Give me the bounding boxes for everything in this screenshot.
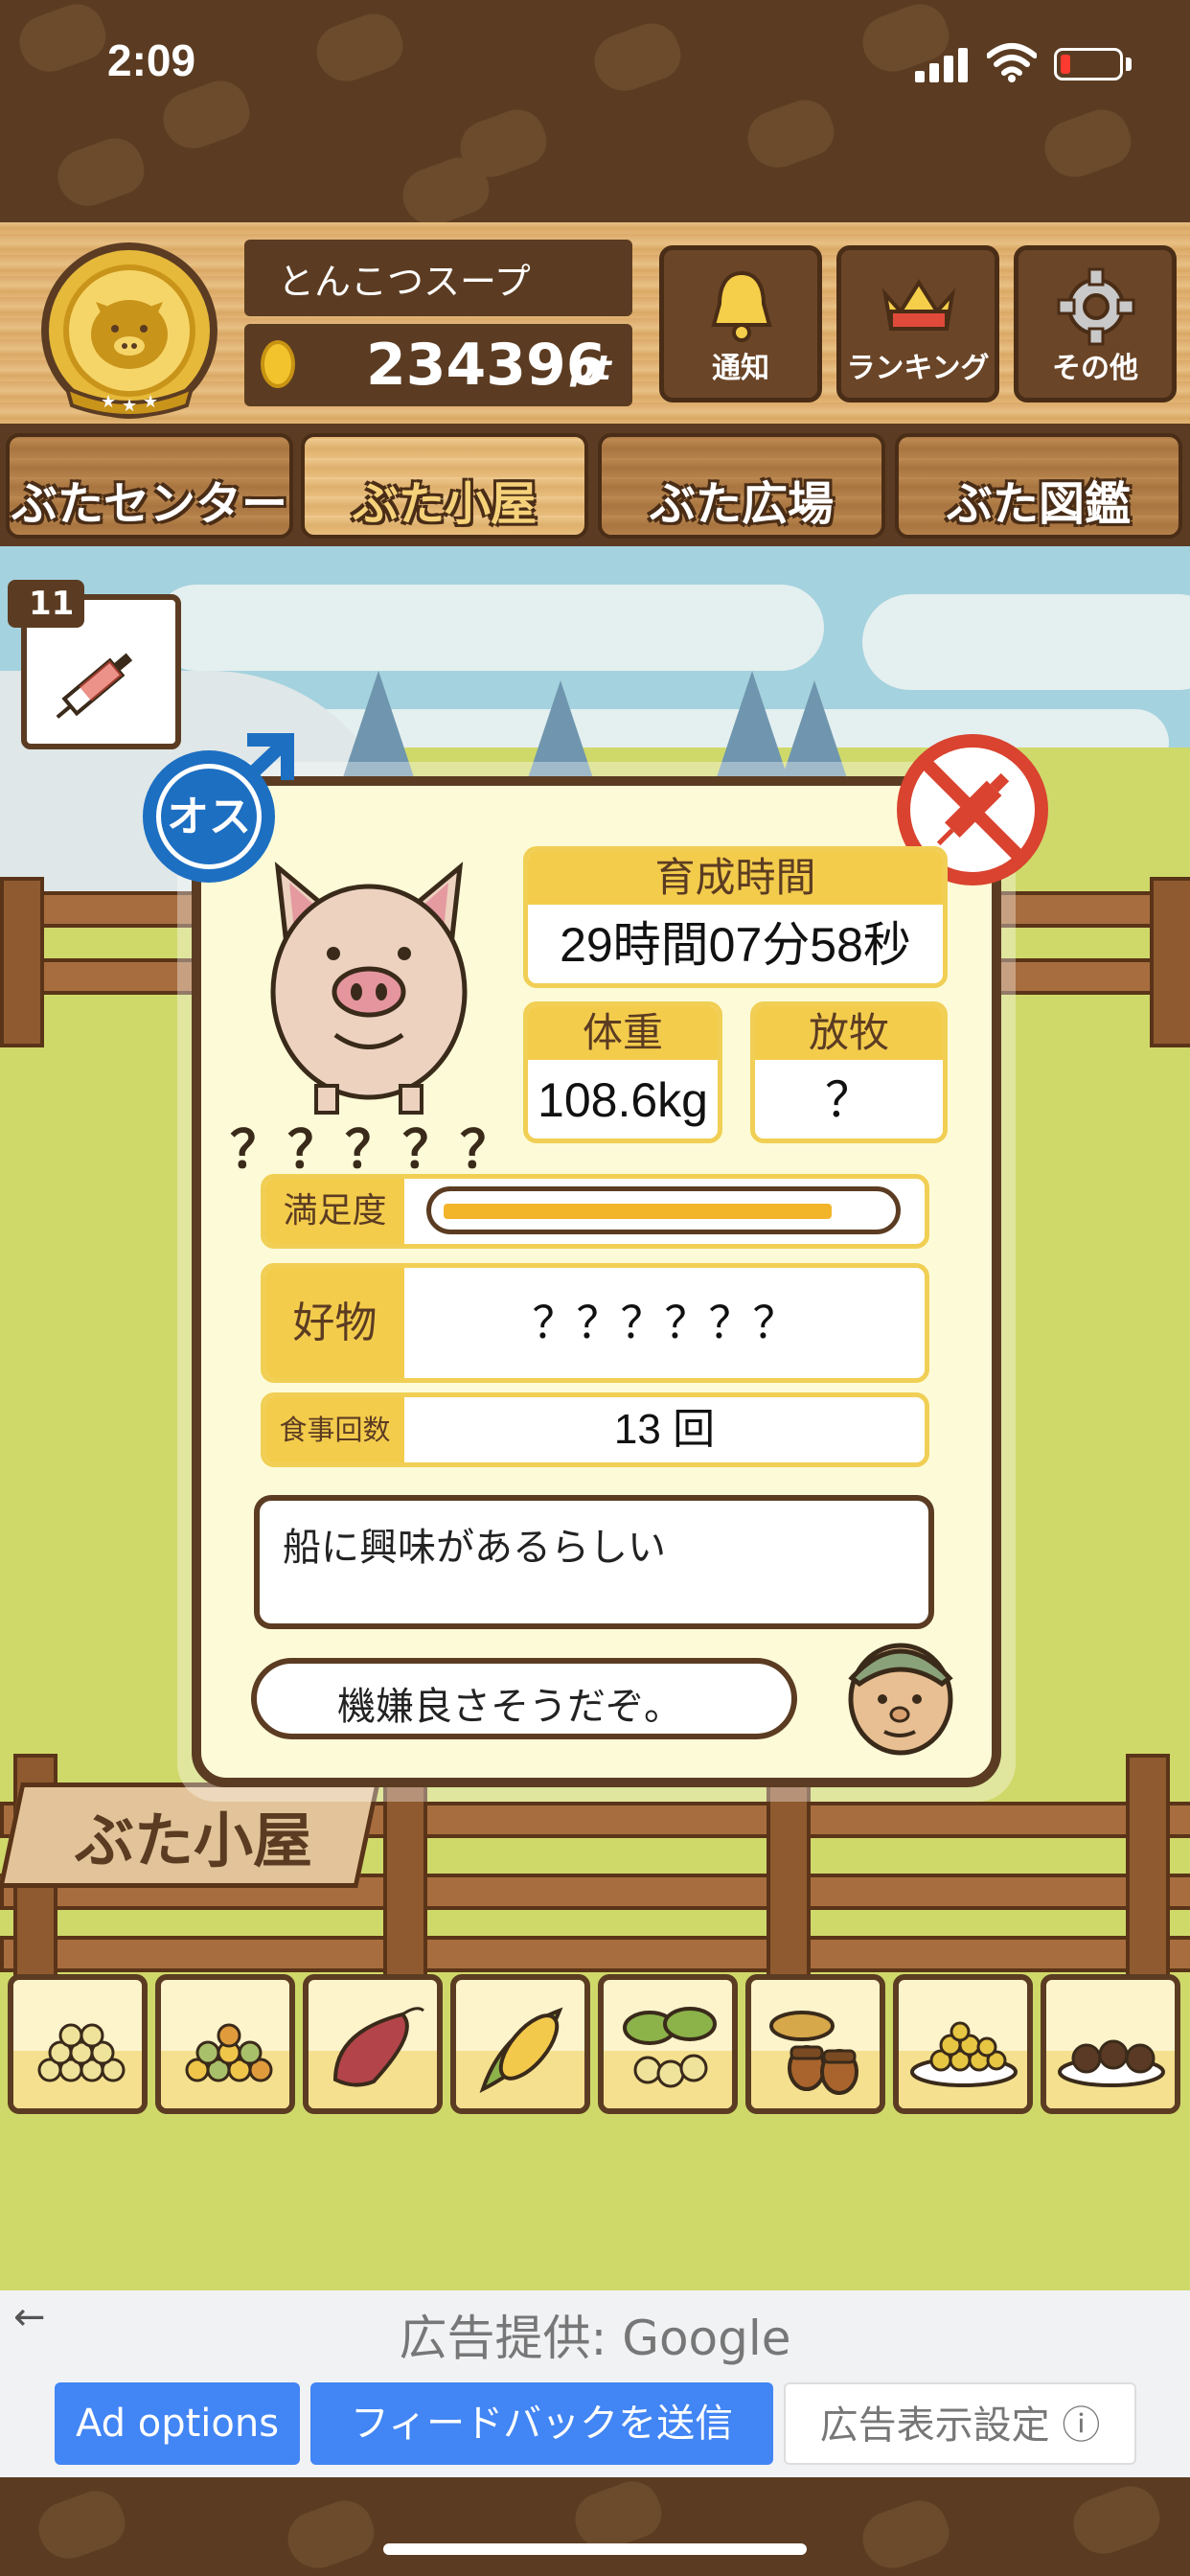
farmer-speech-text: 機嫌良さそうだぞ。 <box>337 1685 682 1729</box>
corn-icon <box>479 2007 563 2093</box>
sweet-potato-icon <box>332 2007 424 2087</box>
gender-label: オス <box>167 793 251 841</box>
battery-level <box>1061 55 1070 74</box>
weight-label: 体重 <box>528 1006 718 1060</box>
mixed-grain-icon <box>185 2023 273 2082</box>
svg-text:★: ★ <box>143 392 158 412</box>
food-slot-soybean[interactable] <box>598 1974 738 2114</box>
vaccine-count: 11 <box>29 585 75 623</box>
weight-box: 体重 108.6kg <box>523 1001 722 1143</box>
pig-avatar <box>270 862 468 1115</box>
hut-sign-label: ぶた小屋 <box>75 1806 313 1875</box>
other-button[interactable]: その他 <box>1014 245 1177 402</box>
grazing-label: 放牧 <box>755 1006 943 1060</box>
food-slot-mixed-grain[interactable] <box>155 1974 295 2114</box>
fence-post <box>1150 877 1190 1047</box>
battery-low-icon <box>1054 48 1123 80</box>
growth-time-box: 育成時間 29時間07分58秒 <box>523 846 948 988</box>
grain-icon <box>37 2023 126 2082</box>
tab-pig-plaza[interactable]: ぶた広場 <box>598 433 885 539</box>
favorite-food-value: ？？？？？？ <box>532 1297 797 1348</box>
svg-text:★: ★ <box>122 396 137 416</box>
food-slot-acorn[interactable] <box>745 1974 885 2114</box>
fence-post <box>1126 1754 1170 1982</box>
ranking-button[interactable]: ランキング <box>836 245 999 402</box>
notifications-label: 通知 <box>712 352 769 385</box>
pig-speech-text: 船に興味があるらしい <box>283 1526 666 1570</box>
tab-pig-hut[interactable]: ぶた小屋 <box>301 433 588 539</box>
tab-label: ぶたセンター <box>11 477 287 531</box>
fence-post <box>0 877 44 1047</box>
tab-pig-encyclopedia[interactable]: ぶた図鑑 <box>895 433 1182 539</box>
favorite-food-row: 好物 ？？？？？？ <box>261 1263 929 1383</box>
soybean-icon <box>623 2007 717 2088</box>
food-slot-grain[interactable] <box>8 1974 148 2114</box>
ad-options-button[interactable]: Ad options <box>55 2382 300 2465</box>
tab-label: ぶた広場 <box>649 477 834 531</box>
chocolate-plate-icon <box>1058 2039 1165 2087</box>
bean-plate-icon <box>910 2021 1018 2087</box>
gear-icon <box>1057 267 1135 346</box>
favorite-food-label: 好物 <box>265 1268 404 1378</box>
meal-count-value: 13 回 <box>613 1406 716 1453</box>
status-time: 2:09 <box>107 35 196 85</box>
satisfaction-bar-fill <box>444 1204 832 1219</box>
growth-time-value: 29時間07分58秒 <box>560 918 911 972</box>
home-indicator[interactable] <box>383 2543 807 2555</box>
food-slot-sweet-potato[interactable] <box>303 1974 443 2114</box>
ad-feedback-button[interactable]: フィードバックを送信 <box>310 2382 773 2465</box>
bell-icon <box>711 270 772 342</box>
player-name: とんこつスープ <box>278 261 531 303</box>
tab-label: ぶた小屋 <box>352 477 537 531</box>
other-label: その他 <box>1052 352 1138 385</box>
grazing-box: 放牧 ？ <box>750 1001 948 1143</box>
fence-rail <box>0 1936 1190 1972</box>
food-slot-chocolate-plate[interactable] <box>1041 1974 1180 2114</box>
syringe-icon <box>56 653 133 719</box>
crown-icon <box>881 279 956 331</box>
growth-time-label: 育成時間 <box>528 851 943 905</box>
wifi-icon <box>987 43 1037 82</box>
coin-icon <box>261 340 295 388</box>
weight-value: 108.6kg <box>538 1073 708 1127</box>
food-slot-bean-plate[interactable] <box>893 1974 1033 2114</box>
signal-icon <box>915 48 968 82</box>
points-unit: pt <box>570 349 611 388</box>
tab-label: ぶた図鑑 <box>946 477 1131 531</box>
notifications-button[interactable]: 通知 <box>659 245 822 402</box>
grazing-value: ？ <box>825 1073 873 1127</box>
pig-name: ？？？？？ <box>230 1119 517 1180</box>
farmer-avatar <box>848 1643 953 1756</box>
ad-settings-button[interactable]: 広告表示設定 ⓘ <box>784 2382 1136 2465</box>
meal-count-label: 食事回数 <box>265 1397 404 1462</box>
rank-medal-icon[interactable]: ★ ★ ★ <box>29 235 230 426</box>
ad-provider-label: 広告提供: Google <box>399 2311 791 2366</box>
svg-text:★: ★ <box>101 392 116 412</box>
meal-count-row: 食事回数 13 回 <box>261 1392 929 1467</box>
food-slot-corn[interactable] <box>450 1974 590 2114</box>
acorn-icon <box>769 2011 858 2095</box>
battery-nub <box>1126 58 1132 71</box>
background-pattern-bottom <box>0 2477 1190 2576</box>
ranking-label: ランキング <box>846 352 990 385</box>
tab-pig-center[interactable]: ぶたセンター <box>6 433 293 539</box>
satisfaction-label: 満足度 <box>265 1179 404 1244</box>
fence-post <box>383 1773 427 1982</box>
fence-post <box>767 1773 811 1982</box>
